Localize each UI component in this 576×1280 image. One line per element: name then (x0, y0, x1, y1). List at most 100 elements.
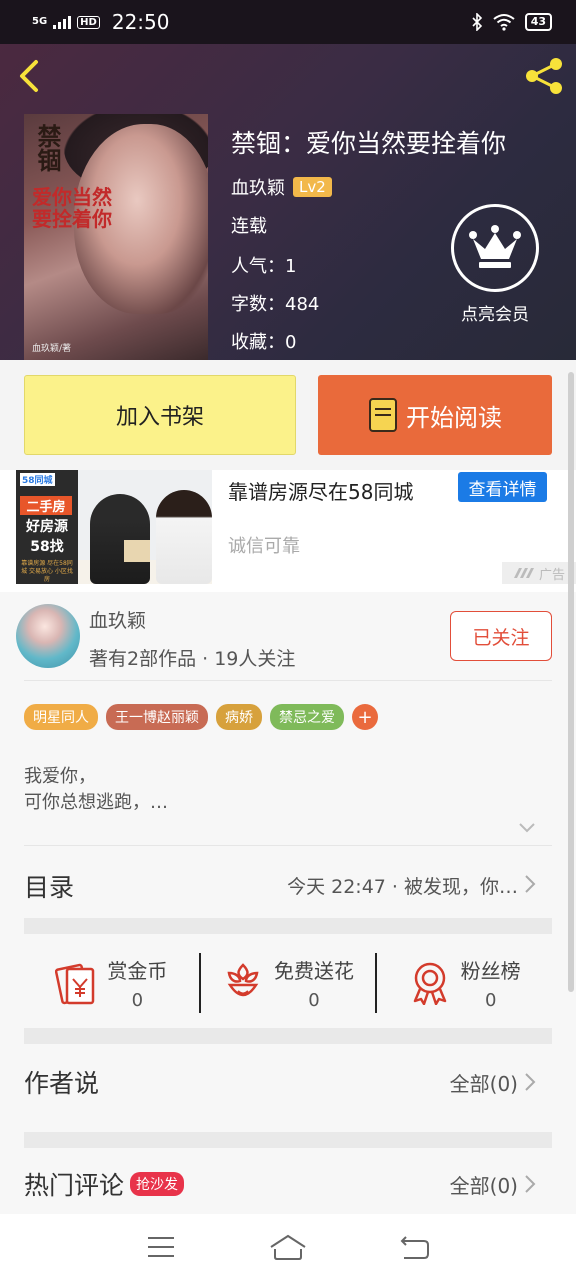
ad-image-small: 靠谱房源 尽在58同城 交易放心 小区找房 (21, 560, 73, 583)
back-arrow-icon[interactable] (14, 58, 46, 94)
stat-value: 0 (131, 990, 144, 1011)
cover-title: 禁锢 (33, 124, 62, 172)
stat-value: 0 (484, 990, 497, 1011)
intro-line: 我爱你， (24, 766, 96, 787)
author-says-row[interactable]: 作者说 全部(0) (0, 1046, 576, 1116)
hot-comments-row[interactable]: 热门评论 抢沙发 全部(0) (0, 1148, 576, 1218)
ad-person-woman (156, 490, 212, 584)
intro-line: 可你总想逃跑，… (24, 792, 168, 813)
chevron-right-icon (525, 1073, 536, 1091)
status-bar: 5G HD 22:50 43 (0, 0, 576, 44)
vip-button[interactable]: 点亮会员 (450, 204, 540, 325)
back-icon[interactable] (400, 1234, 430, 1260)
stat-label: 粉丝榜 (460, 959, 521, 983)
popularity: 人气：1 (231, 256, 297, 277)
support-stats: 赏金币 0 免费送花 0 粉丝榜 0 (24, 938, 552, 1028)
stat-label: 赏金币 (107, 959, 168, 983)
reward-coin-stat[interactable]: 赏金币 0 (24, 953, 199, 1013)
toc-label: 目录 (24, 873, 75, 902)
tag-item[interactable]: 病娇 (216, 704, 262, 730)
ad-house-model (124, 540, 150, 562)
section-separator (24, 1028, 552, 1044)
network-type: 5G (32, 16, 48, 27)
clock: 22:50 (111, 10, 170, 34)
cover-author: 血玖颖/著 (32, 344, 72, 354)
author-name[interactable]: 血玖颖 (231, 174, 285, 200)
tag-item[interactable]: 明星同人 (24, 704, 98, 730)
ad-logo: 58同城 (20, 473, 55, 486)
cover-subtitle: 爱你当然要拴着你 (32, 185, 112, 231)
ad-image-line3: 58找 (30, 539, 64, 555)
book-detail-body: 明星同人 王一博赵丽颖 病娇 禁忌之爱 + 我爱你， 可你总想逃跑，… 目录 今… (0, 680, 576, 1214)
stat-value: 0 (308, 990, 320, 1011)
latest-chapter: 今天 22:47 · 被发现，你… (287, 876, 518, 898)
author-card-meta: 著有2部作品 · 19人关注 (89, 648, 296, 670)
level-badge: Lv2 (293, 177, 332, 197)
chevron-down-icon[interactable] (518, 822, 536, 834)
book-intro[interactable]: 我爱你， 可你总想逃跑，… (24, 764, 168, 816)
share-icon[interactable] (522, 56, 566, 96)
chevron-right-icon (525, 1175, 536, 1193)
system-nav-bar (0, 1214, 576, 1280)
ad-banner[interactable]: 58同城 二手房 好房源 58找 靠谱房源 尽在58同城 交易放心 小区找房 靠… (0, 470, 576, 592)
tag-item[interactable]: 禁忌之爱 (270, 704, 344, 730)
hd-icon: HD (77, 15, 100, 29)
divider (24, 680, 552, 681)
author-says-title-text: 作者说 (24, 1069, 100, 1098)
author-says-title: 作者说 (24, 1064, 99, 1100)
ad-image[interactable]: 58同城 二手房 好房源 58找 靠谱房源 尽在58同城 交易放心 小区找房 (16, 470, 212, 584)
stat-label: 免费送花 (274, 959, 354, 983)
author-says-all[interactable]: 全部(0) (450, 1068, 518, 1097)
book-cover[interactable]: 禁锢 爱你当然要拴着你 血玖颖/著 (24, 114, 208, 360)
favorites-count: 收藏：0 (231, 332, 297, 353)
section-separator (24, 918, 552, 934)
bluetooth-icon (472, 13, 482, 31)
home-icon[interactable] (269, 1233, 307, 1261)
menu-icon[interactable] (146, 1235, 176, 1259)
ad-label-text: 广告 (538, 567, 565, 583)
ribbon-award-icon (413, 962, 446, 1005)
start-reading-label: 开始阅读 (406, 403, 502, 432)
section-separator (24, 1132, 552, 1148)
followed-button[interactable]: 已关注 (450, 611, 552, 661)
ad-image-line1: 二手房 (20, 496, 72, 515)
book-icon (369, 398, 397, 432)
tag-item[interactable]: 王一博赵丽颖 (106, 704, 208, 730)
ad-image-panel: 58同城 二手房 好房源 58找 靠谱房源 尽在58同城 交易放心 小区找房 (16, 470, 78, 584)
ad-details-button[interactable]: 查看详情 (458, 472, 547, 502)
ad-image-line2: 好房源 (26, 519, 68, 535)
ad-description: 诚信可靠 (228, 536, 300, 557)
author-card-name[interactable]: 血玖颖 (89, 606, 146, 633)
send-flower-stat[interactable]: 免费送花 0 (201, 953, 376, 1013)
avatar[interactable] (16, 604, 80, 668)
author-card: 血玖颖 著有2部作品 · 19人关注 已关注 (0, 592, 576, 680)
author-row[interactable]: 血玖颖 Lv2 (231, 174, 332, 200)
signal-icon (53, 15, 72, 29)
ad-logo-icon (513, 568, 534, 578)
add-tag-button[interactable]: + (352, 704, 378, 730)
add-to-shelf-button[interactable]: 加入书架 (24, 375, 296, 455)
red-envelope-icon (55, 963, 95, 1005)
fan-ranking-stat[interactable]: 粉丝榜 0 (377, 953, 552, 1013)
chevron-right-icon (525, 875, 536, 893)
hot-comments-title-text: 热门评论 (24, 1171, 125, 1200)
hot-comments-all[interactable]: 全部(0) (450, 1170, 518, 1199)
start-reading-button[interactable]: 开始阅读 (318, 375, 552, 455)
book-header: 禁锢 爱你当然要拴着你 血玖颖/著 禁锢：爱你当然要拴着你 血玖颖 Lv2 连载… (0, 44, 576, 360)
word-count: 字数：484 (231, 294, 320, 315)
ad-title[interactable]: 靠谱房源尽在58同城 (228, 476, 413, 505)
tag-list: 明星同人 王一博赵丽颖 病娇 禁忌之爱 + (24, 704, 378, 730)
serial-status: 连载 (231, 216, 267, 237)
scrollbar[interactable] (568, 372, 574, 992)
action-bar: 加入书架 开始阅读 (0, 360, 576, 470)
ad-label: 广告 (502, 562, 576, 584)
hot-comments-title: 热门评论 抢沙发 (24, 1166, 185, 1202)
crown-icon (451, 204, 539, 292)
table-of-contents-row[interactable]: 目录 今天 22:47 · 被发现，你… (0, 846, 576, 918)
wifi-icon (493, 14, 515, 31)
first-comment-badge[interactable]: 抢沙发 (130, 1172, 185, 1196)
battery-icon: 43 (524, 13, 552, 31)
vip-label: 点亮会员 (461, 305, 529, 325)
ad-person-man (90, 494, 150, 584)
flower-icon (227, 963, 259, 997)
